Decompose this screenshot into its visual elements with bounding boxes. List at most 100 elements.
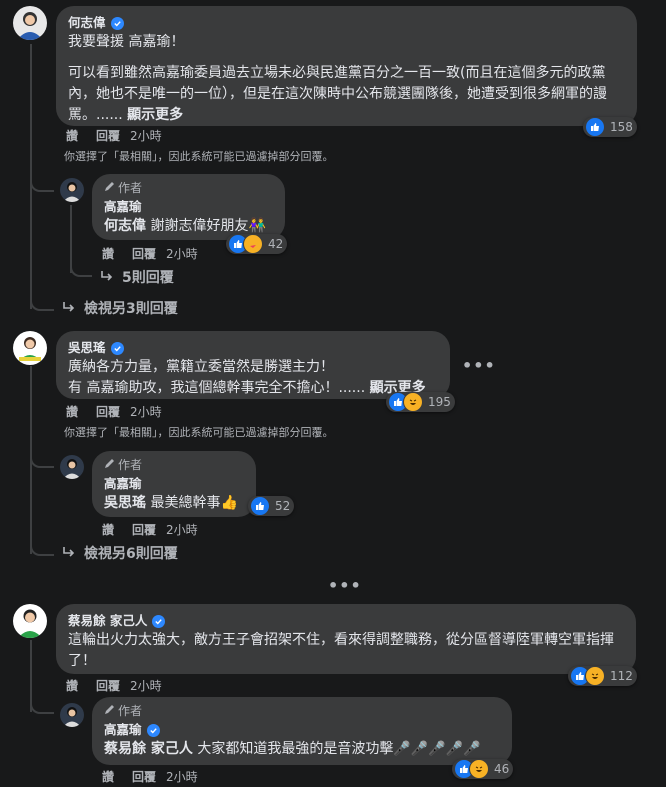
filter-note: 你選擇了「最相關」，因此系統可能已過濾掉部分回覆。: [64, 426, 334, 439]
timestamp[interactable]: 2小時: [166, 522, 198, 538]
like-button[interactable]: 讚: [66, 404, 78, 420]
reply-bubble: 作者 高嘉瑜 何志偉 謝謝志偉好朋友👫: [92, 174, 285, 240]
avatar[interactable]: [13, 6, 47, 40]
haha-icon: [469, 759, 489, 779]
reaction-summary[interactable]: 42: [226, 234, 288, 254]
verified-icon: [152, 614, 166, 628]
verified-icon: [110, 16, 124, 30]
like-button[interactable]: 讚: [102, 769, 114, 785]
reply-actions: 讚 回覆 2小時: [102, 246, 198, 262]
reply-author[interactable]: 高嘉瑜: [104, 475, 142, 493]
reply-button[interactable]: 回覆: [132, 769, 156, 785]
reply-button[interactable]: 回覆: [132, 522, 156, 538]
reply-bubble: 作者 高嘉瑜 吳思瑤 最美總幹事👍: [92, 451, 256, 517]
haha-icon: [585, 666, 605, 686]
mention-link[interactable]: 蔡易餘 家己人: [104, 741, 193, 757]
reaction-count: 52: [275, 499, 291, 513]
author-badge: 作者: [104, 703, 500, 719]
like-icon: [585, 117, 605, 137]
reaction-summary[interactable]: 46: [452, 759, 514, 779]
reply-button[interactable]: 回覆: [96, 128, 120, 144]
reply-arrow-icon: [100, 268, 114, 288]
timestamp[interactable]: 2小時: [166, 246, 198, 262]
mention-link[interactable]: 吳思瑤: [104, 495, 146, 511]
nested-replies-label[interactable]: 5則回覆: [122, 268, 174, 288]
reply-button[interactable]: 回覆: [96, 404, 120, 420]
author-badge-label: 作者: [118, 458, 143, 472]
more-comments-icon[interactable]: •••: [328, 576, 362, 595]
avatar[interactable]: [13, 604, 47, 638]
reaction-summary[interactable]: 52: [248, 496, 295, 516]
avatar[interactable]: [60, 455, 84, 479]
reaction-count: 46: [494, 762, 510, 776]
comment-text: 這輪出火力太強大，敵方王子會招架不住，看來得調整職務，從分區督導陸軍轉空軍指揮了…: [68, 630, 624, 672]
like-button[interactable]: 讚: [102, 522, 114, 538]
timestamp[interactable]: 2小時: [130, 128, 162, 144]
author-name[interactable]: 蔡易餘 家己人: [68, 612, 147, 630]
pencil-icon: [104, 703, 115, 719]
reply-text: 最美總幹事👍: [150, 495, 238, 511]
nested-replies-link[interactable]: 5則回覆: [100, 268, 174, 288]
comment-text: 我要聲援 高嘉瑜！ 可以看到雖然高嘉瑜委員過去立場未必與民進黨百分之一百一致(而…: [68, 32, 625, 126]
reply-author[interactable]: 高嘉瑜: [104, 721, 142, 739]
mention-link[interactable]: 何志偉: [104, 218, 146, 234]
reply-arrow-icon: [62, 544, 76, 564]
like-button[interactable]: 讚: [66, 678, 78, 694]
view-more-label[interactable]: 檢視另3則回覆: [84, 299, 178, 319]
avatar[interactable]: [13, 331, 47, 365]
author-name[interactable]: 吳思瑤: [68, 339, 106, 357]
timestamp[interactable]: 2小時: [166, 769, 198, 785]
author-badge-label: 作者: [118, 704, 143, 718]
reaction-count: 42: [268, 237, 284, 251]
comment-paragraph: 廣納各方力量，黨籍立委當然是勝選主力！ 有 高嘉瑜助攻，我這個總幹事完全不擔心！…: [68, 359, 366, 396]
like-button[interactable]: 讚: [102, 246, 114, 262]
reaction-count: 112: [610, 669, 633, 683]
reaction-summary[interactable]: 112: [568, 666, 637, 686]
reaction-summary[interactable]: 195: [386, 392, 455, 412]
filter-note: 你選擇了「最相關」，因此系統可能已過濾掉部分回覆。: [64, 150, 334, 163]
reply-text: 大家都知道我最強的是音波功擊🎤🎤🎤🎤🎤: [197, 741, 481, 757]
comment-bubble: 吳思瑤 廣納各方力量，黨籍立委當然是勝選主力！ 有 高嘉瑜助攻，我這個總幹事完全…: [56, 331, 450, 399]
view-more-label[interactable]: 檢視另6則回覆: [84, 544, 178, 564]
view-more-replies[interactable]: 檢視另3則回覆: [62, 299, 178, 319]
comment-author[interactable]: 吳思瑤: [68, 339, 438, 357]
reply-actions: 讚 回覆 2小時: [102, 769, 198, 785]
reply-text: 謝謝志偉好朋友👫: [150, 218, 266, 234]
more-options-icon[interactable]: •••: [462, 356, 496, 375]
timestamp[interactable]: 2小時: [130, 404, 162, 420]
verified-icon: [110, 341, 124, 355]
reply-actions: 讚 回覆 2小時: [102, 522, 198, 538]
author-badge-label: 作者: [118, 181, 143, 195]
comment-bubble: 蔡易餘 家己人 這輪出火力太強大，敵方王子會招架不住，看來得調整職務，從分區督導…: [56, 604, 636, 674]
reply-button[interactable]: 回覆: [132, 246, 156, 262]
verified-icon: [146, 723, 160, 737]
reply-author[interactable]: 高嘉瑜: [104, 198, 142, 216]
author-name[interactable]: 何志偉: [68, 14, 106, 32]
view-more-replies[interactable]: 檢視另6則回覆: [62, 544, 178, 564]
reaction-count: 158: [610, 120, 633, 134]
like-button[interactable]: 讚: [66, 128, 78, 144]
comment-actions: 讚 回覆 2小時: [66, 128, 162, 144]
reply-bubble: 作者 高嘉瑜 蔡易餘 家己人 大家都知道我最強的是音波功擊🎤🎤🎤🎤🎤: [92, 697, 512, 765]
comment-actions: 讚 回覆 2小時: [66, 678, 162, 694]
reaction-count: 195: [428, 395, 451, 409]
comment-paragraph: 這輪出火力太強大，敵方王子會招架不住，看來得調整職務，從分區督導陸軍轉空軍指揮了…: [68, 632, 614, 669]
see-more-link[interactable]: 顯示更多: [127, 107, 183, 123]
reply-button[interactable]: 回覆: [96, 678, 120, 694]
comment-author[interactable]: 蔡易餘 家己人: [68, 612, 624, 630]
comment-author[interactable]: 何志偉: [68, 14, 625, 32]
haha-icon: [403, 392, 423, 412]
avatar[interactable]: [60, 703, 84, 727]
pencil-icon: [104, 457, 115, 473]
timestamp[interactable]: 2小時: [130, 678, 162, 694]
pencil-icon: [104, 180, 115, 196]
like-icon: [250, 496, 270, 516]
author-badge: 作者: [104, 180, 273, 196]
author-badge: 作者: [104, 457, 244, 473]
reaction-summary[interactable]: 158: [583, 117, 637, 137]
care-icon: [243, 234, 263, 254]
comment-paragraph: 我要聲援 高嘉瑜！: [68, 34, 185, 50]
reply-arrow-icon: [62, 299, 76, 319]
avatar[interactable]: [60, 178, 84, 202]
comment-bubble: 何志偉 我要聲援 高嘉瑜！ 可以看到雖然高嘉瑜委員過去立場未必與民進黨百分之一百…: [56, 6, 637, 126]
